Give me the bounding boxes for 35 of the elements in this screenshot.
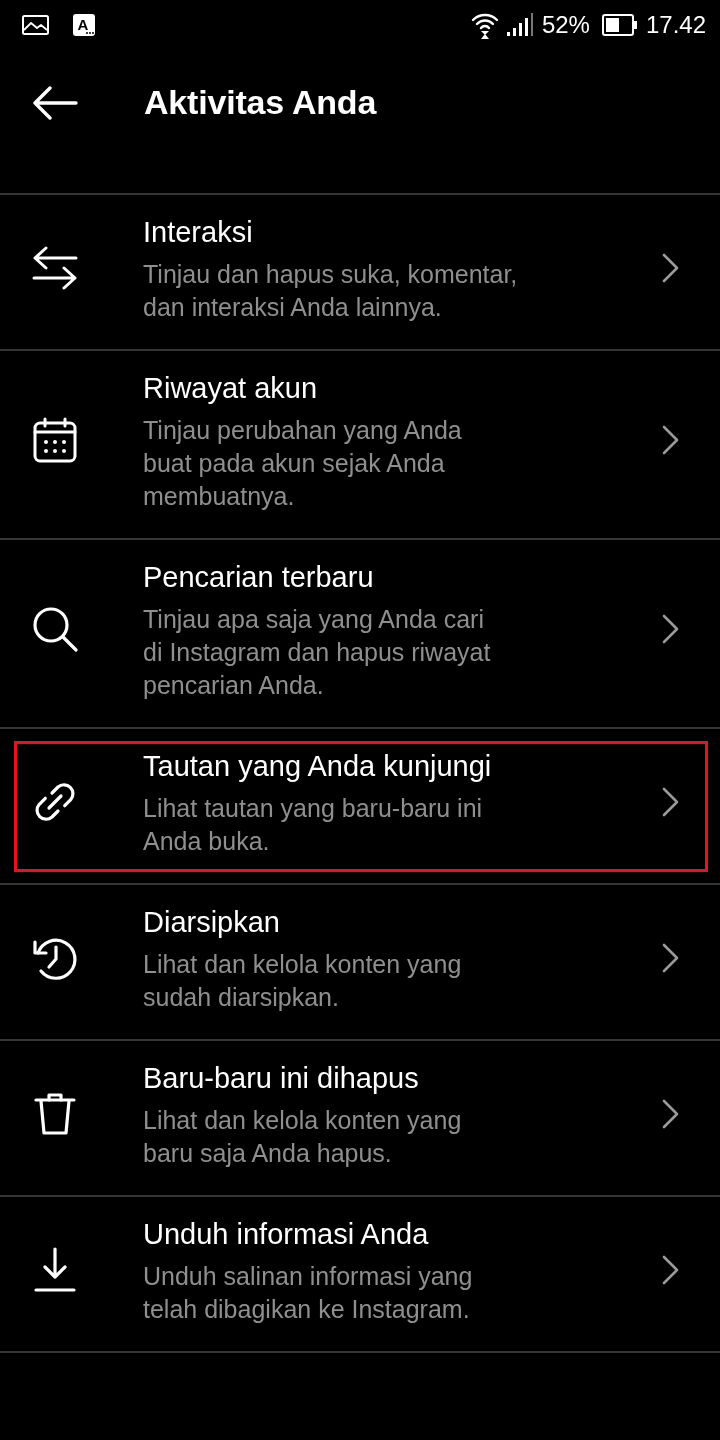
wifi-icon <box>470 11 499 39</box>
item-description: Tinjau perubahan yang Anda buat pada akun sejak Anda membuatnya. <box>143 415 463 512</box>
item-title[interactable]: Interaksi <box>143 211 662 253</box>
item-title[interactable]: Unduh informasi Anda <box>143 1213 662 1255</box>
clock-time: 17.42 <box>645 11 706 39</box>
page-title: Aktivitas Anda <box>144 83 377 122</box>
signal-icon <box>506 13 534 37</box>
item-title[interactable]: Tautan yang Anda kunjungi <box>143 745 662 787</box>
gallery-icon <box>22 15 49 35</box>
chevron-right-icon <box>662 252 680 283</box>
battery-percent: 52% <box>541 11 590 39</box>
chevron-right-icon <box>662 942 680 973</box>
app-notification-icon: A <box>73 14 95 36</box>
item-title[interactable]: Diarsipkan <box>143 901 662 943</box>
item-description: Lihat dan kelola konten yang baru saja Anda hapus. <box>143 1105 463 1169</box>
chevron-right-icon <box>662 425 680 455</box>
item-description: Tinjau dan hapus suka, komentar, dan interaksi Anda lainnya. <box>143 259 519 323</box>
item-description: Lihat tautan yang baru-baru ini Anda buka. <box>143 793 484 857</box>
search-icon <box>32 606 78 652</box>
item-title[interactable]: Riwayat akun <box>143 367 662 409</box>
item-title[interactable]: Pencarian terbaru <box>143 556 662 598</box>
download-icon <box>34 1246 76 1293</box>
swap-arrows-icon <box>32 245 78 290</box>
battery-icon <box>601 14 638 36</box>
item-title[interactable]: Baru-baru ini dihapus <box>143 1057 662 1099</box>
chevron-right-icon <box>662 786 680 817</box>
arrow-left-icon <box>32 85 78 120</box>
calendar-icon <box>32 417 78 463</box>
chevron-right-icon <box>662 1098 680 1129</box>
chevron-right-icon <box>662 614 680 644</box>
item-description: Tinjau apa saja yang Anda cari di Instagram dan hapus riwayat pencarian Anda. <box>143 604 492 701</box>
trash-icon <box>34 1090 76 1137</box>
item-description: Unduh salinan informasi yang telah dibagikan ke Instagram. <box>143 1261 474 1325</box>
item-description: Lihat dan kelola konten yang sudah diarsipkan. <box>143 949 463 1013</box>
chevron-right-icon <box>662 1254 680 1285</box>
